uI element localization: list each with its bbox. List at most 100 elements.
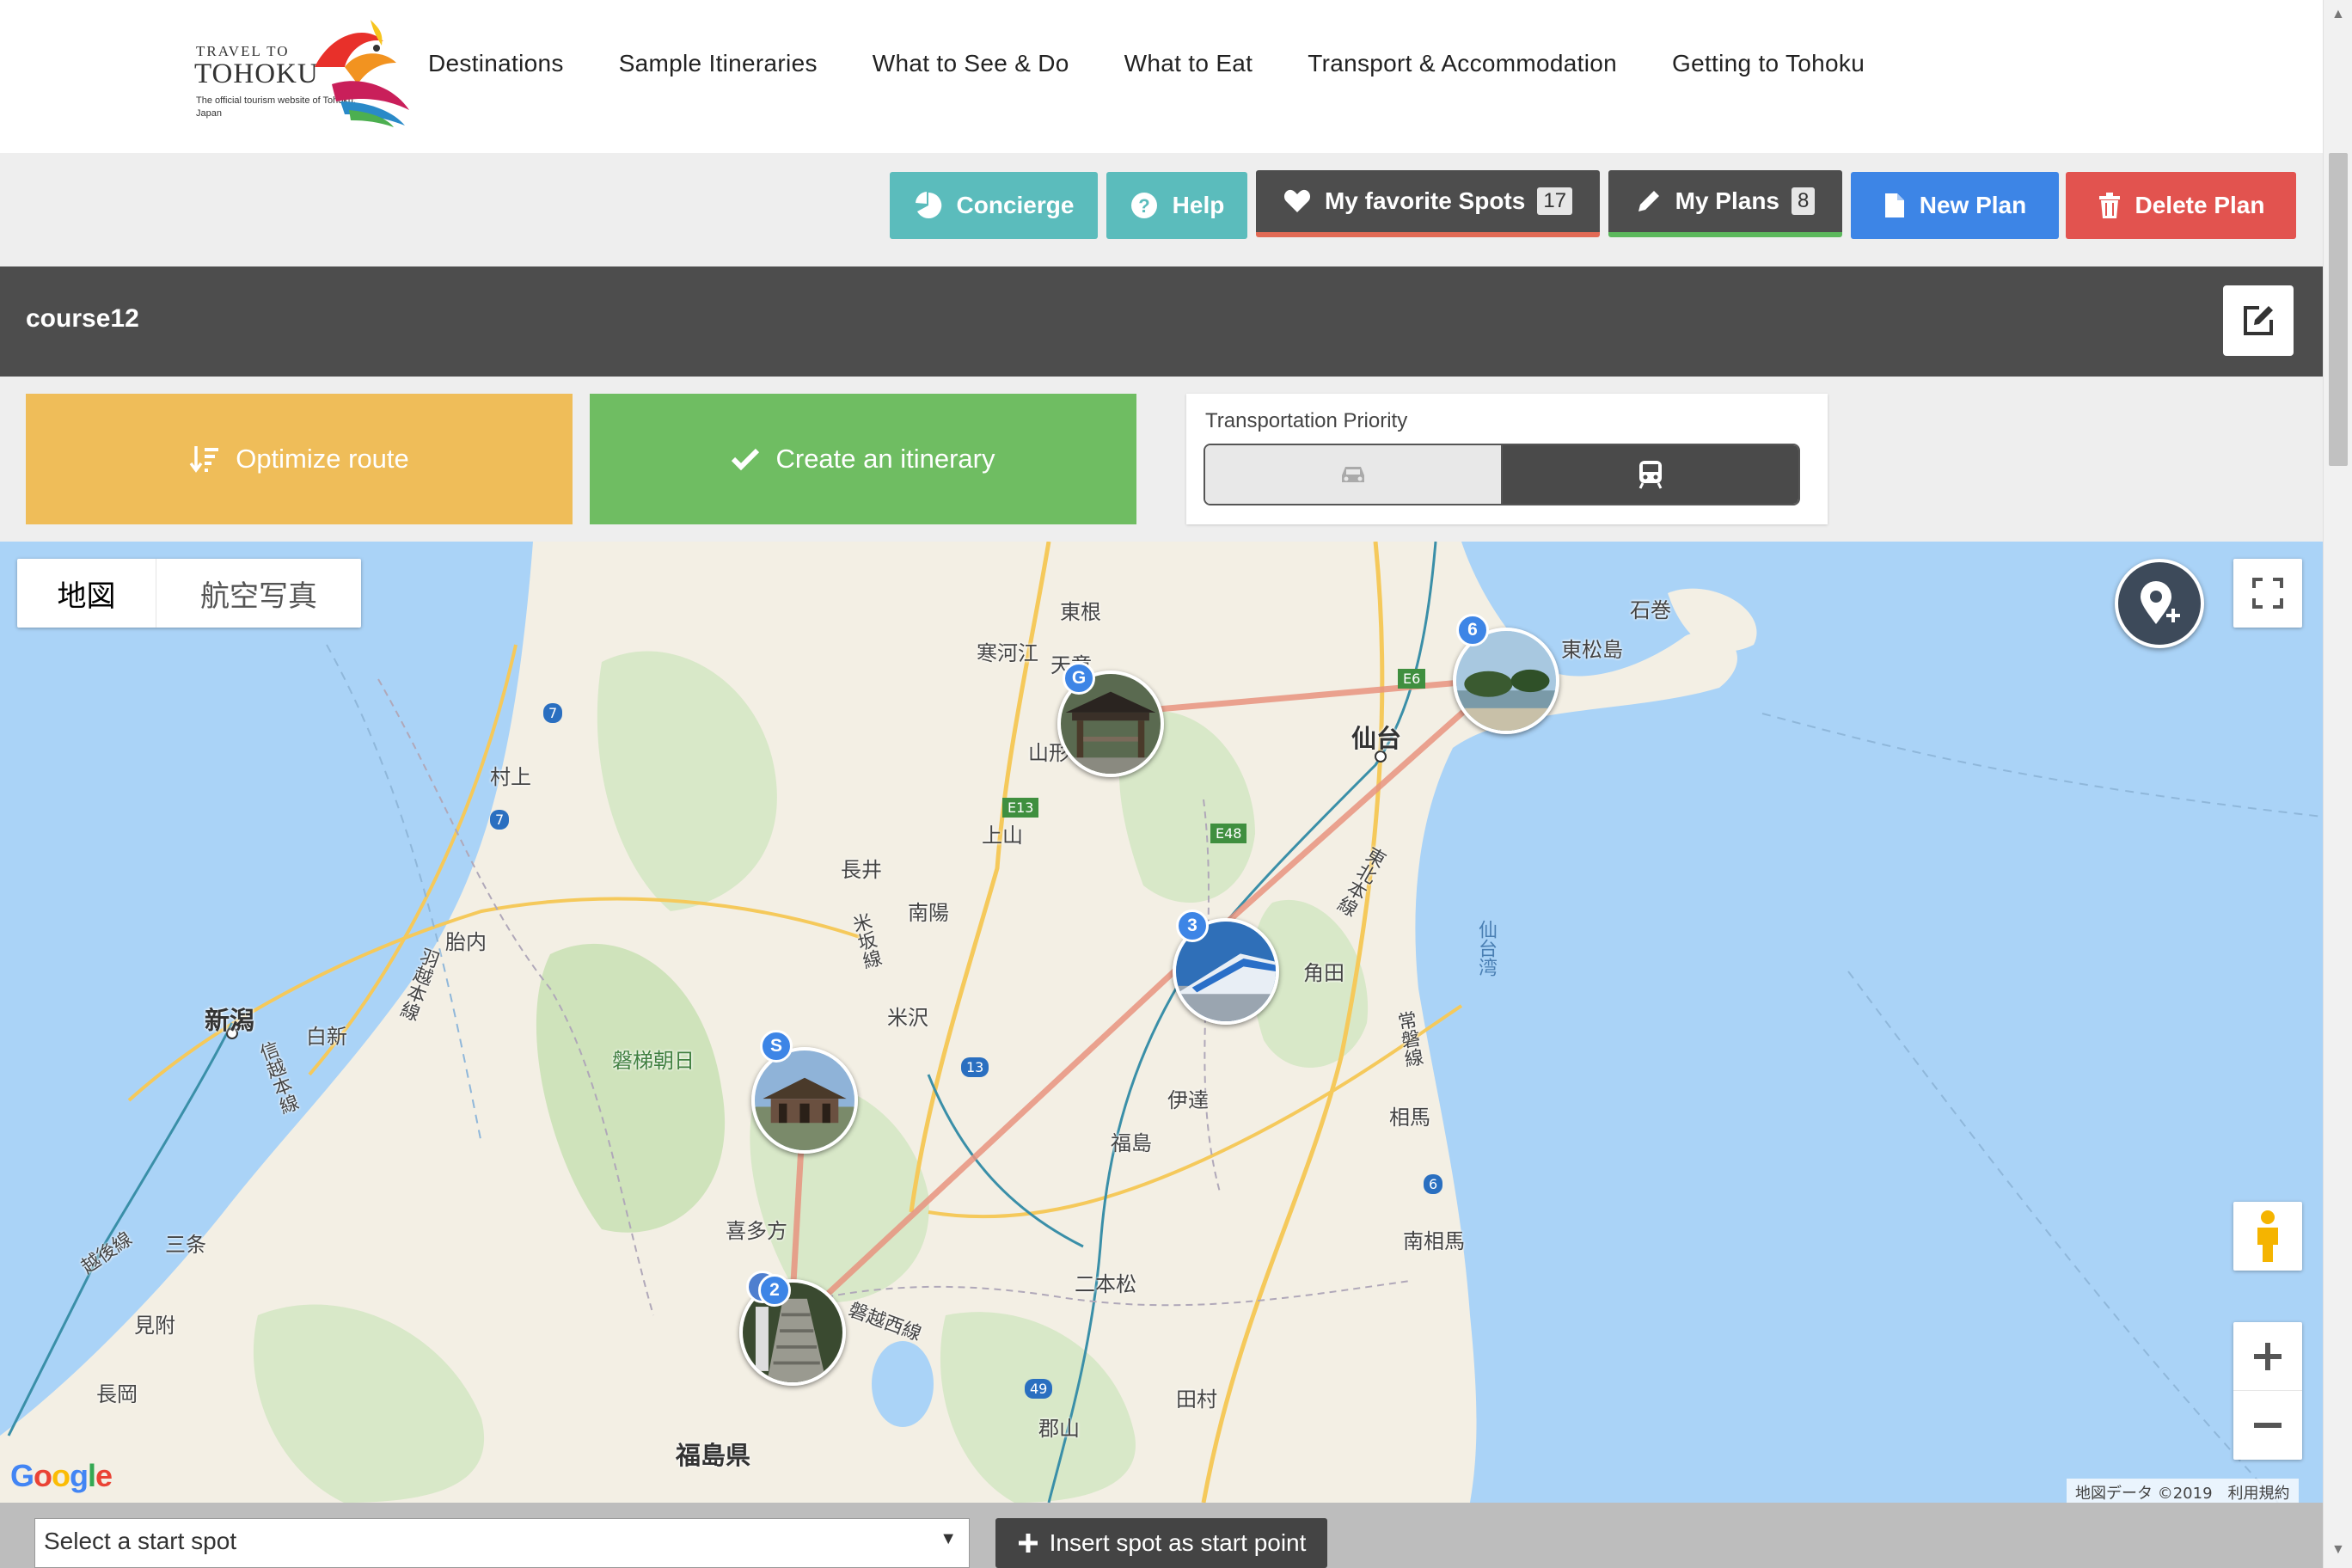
course-title: course12 — [26, 304, 139, 333]
map-label-ishinomaki: 石巻 — [1630, 598, 1671, 622]
start-spot-select[interactable]: Select a start spot ▼ — [34, 1518, 970, 1568]
minus-icon — [2254, 1423, 2282, 1428]
transport-train-option[interactable] — [1503, 445, 1798, 504]
scroll-down-icon[interactable]: ▼ — [2331, 1542, 2345, 1558]
map-label-soma: 相馬 — [1389, 1106, 1430, 1130]
favorite-spots-button[interactable]: My favorite Spots 17 — [1256, 170, 1600, 237]
temple-hall-photo — [755, 1050, 854, 1150]
map-label-nagai: 長井 — [841, 858, 882, 882]
heart-icon — [1283, 189, 1310, 212]
add-location-icon — [2141, 581, 2180, 624]
nav-destinations[interactable]: Destinations — [428, 50, 564, 77]
create-itinerary-button[interactable]: Create an itinerary — [590, 394, 1136, 524]
map-label-koriyama: 郡山 — [1038, 1417, 1080, 1441]
nav-sample-itineraries[interactable]: Sample Itineraries — [619, 50, 818, 77]
transport-car-option[interactable] — [1205, 445, 1503, 504]
map-type-map-button[interactable]: 地図 — [17, 559, 156, 628]
pie-chart-icon — [915, 192, 941, 218]
insert-start-spot-button[interactable]: Insert spot as start point — [995, 1518, 1327, 1568]
map-label-date: 伊達 — [1167, 1088, 1209, 1112]
new-plan-button[interactable]: New Plan — [1851, 172, 2059, 239]
add-spot-button[interactable] — [2115, 559, 2204, 648]
scroll-up-icon[interactable]: ▲ — [2331, 7, 2345, 22]
favorite-spots-count: 17 — [1537, 187, 1573, 215]
map-label-tone: 東根 — [1060, 600, 1101, 624]
map-label-yonezawa: 米沢 — [887, 1006, 928, 1030]
map-label-sendai: 仙台 — [1351, 724, 1402, 753]
my-plans-count: 8 — [1792, 187, 1816, 215]
map-label-shirone: 白新 — [306, 1025, 347, 1049]
route-shield-49: 49 — [1025, 1379, 1053, 1399]
pencil-icon — [1638, 191, 1659, 211]
route-shield-6: 6 — [1424, 1174, 1443, 1194]
car-icon — [1342, 467, 1364, 482]
map-attribution[interactable]: 地図データ ©2019 利用規約 — [2067, 1479, 2299, 1503]
sort-icon — [189, 446, 219, 473]
map-label-bandai-asahi: 磐梯朝日 — [612, 1049, 695, 1073]
spot-badge-2: 2 — [758, 1274, 791, 1307]
transport-toggle — [1204, 444, 1800, 505]
map-label-sagae: 寒河江 — [977, 641, 1038, 665]
route-map[interactable]: 新潟 仙台 福島県 東根 寒河江 天童 山形 上山 長井 南陽 米沢 村上 胎内… — [0, 542, 2323, 1503]
map-label-kakuda: 角田 — [1303, 961, 1344, 985]
scrollbar-thumb[interactable] — [2329, 153, 2348, 466]
street-view-button[interactable] — [2233, 1202, 2302, 1271]
map-label-tainai: 胎内 — [445, 930, 487, 954]
start-spot-select-value: Select a start spot — [44, 1528, 237, 1554]
concierge-button[interactable]: Concierge — [890, 172, 1098, 239]
my-plans-label: My Plans — [1675, 187, 1780, 214]
map-base — [0, 542, 2323, 1503]
optimize-route-button[interactable]: Optimize route — [26, 394, 573, 524]
map-type-control: 地図 航空写真 — [17, 559, 361, 628]
fullscreen-button[interactable] — [2233, 559, 2302, 628]
plus-icon — [2254, 1342, 2282, 1370]
question-icon: ? — [1130, 193, 1157, 218]
spot-badge-3: 3 — [1176, 910, 1209, 942]
map-label-higashimatsushima: 東松島 — [1561, 638, 1623, 662]
start-spot-bar: Select a start spot ▼ Insert spot as sta… — [0, 1503, 2323, 1568]
phoenix-icon — [315, 20, 409, 127]
google-logo: Google — [10, 1458, 113, 1493]
nav-transport[interactable]: Transport & Accommodation — [1308, 50, 1617, 77]
map-label-minamisoma: 南相馬 — [1403, 1229, 1465, 1253]
favorite-spots-label: My favorite Spots — [1324, 187, 1526, 214]
zoom-in-button[interactable] — [2233, 1322, 2302, 1391]
spot-badge-6: 6 — [1456, 614, 1489, 646]
spot-marker-start[interactable] — [751, 1047, 858, 1154]
help-label: Help — [1172, 192, 1225, 218]
optimize-route-label: Optimize route — [236, 444, 409, 474]
map-label-sanjo: 三条 — [165, 1233, 206, 1257]
site-logo[interactable]: TRAVEL TO TOHOKU The official tourism we… — [194, 15, 418, 127]
route-shield-13: 13 — [961, 1057, 989, 1077]
zoom-control — [2233, 1322, 2302, 1460]
map-label-niigata: 新潟 — [205, 1006, 255, 1035]
map-type-satellite-button[interactable]: 航空写真 — [156, 559, 361, 628]
page-scrollbar[interactable]: ▲ ▼ — [2323, 0, 2352, 1568]
map-label-fukushima-pref: 福島県 — [676, 1441, 751, 1470]
delete-plan-button[interactable]: Delete Plan — [2066, 172, 2296, 239]
create-itinerary-label: Create an itinerary — [775, 444, 995, 474]
plan-toolbar: Concierge ? Help My favorite Spots 17 My… — [0, 153, 2323, 266]
edit-title-button[interactable] — [2223, 285, 2294, 356]
map-label-nanyo: 南陽 — [908, 901, 949, 925]
map-label-sendai-bay: 仙台湾 — [1475, 920, 1497, 977]
concierge-label: Concierge — [956, 192, 1075, 218]
spot-badge-goal: G — [1063, 662, 1095, 695]
file-icon — [1884, 193, 1904, 217]
zoom-out-button[interactable] — [2233, 1391, 2302, 1460]
nav-what-to-see[interactable]: What to See & Do — [873, 50, 1069, 77]
nav-what-to-eat[interactable]: What to Eat — [1124, 50, 1253, 77]
insert-start-spot-label: Insert spot as start point — [1049, 1529, 1307, 1556]
my-plans-button[interactable]: My Plans 8 — [1608, 170, 1842, 237]
spot-badge-start: S — [760, 1030, 793, 1063]
expressway-e48: E48 — [1210, 824, 1247, 843]
dropdown-arrow-icon: ▼ — [940, 1529, 957, 1548]
map-label-fukushima: 福島 — [1111, 1131, 1152, 1155]
expressway-e13: E13 — [1002, 798, 1039, 818]
route-shield-7b: 7 — [490, 810, 510, 830]
course-title-bar: course12 — [0, 266, 2323, 377]
nav-getting-to-tohoku[interactable]: Getting to Tohoku — [1672, 50, 1865, 77]
map-label-mitsuke: 見附 — [134, 1314, 175, 1338]
transportation-priority: Transportation Priority — [1186, 394, 1828, 524]
help-button[interactable]: ? Help — [1106, 172, 1247, 239]
